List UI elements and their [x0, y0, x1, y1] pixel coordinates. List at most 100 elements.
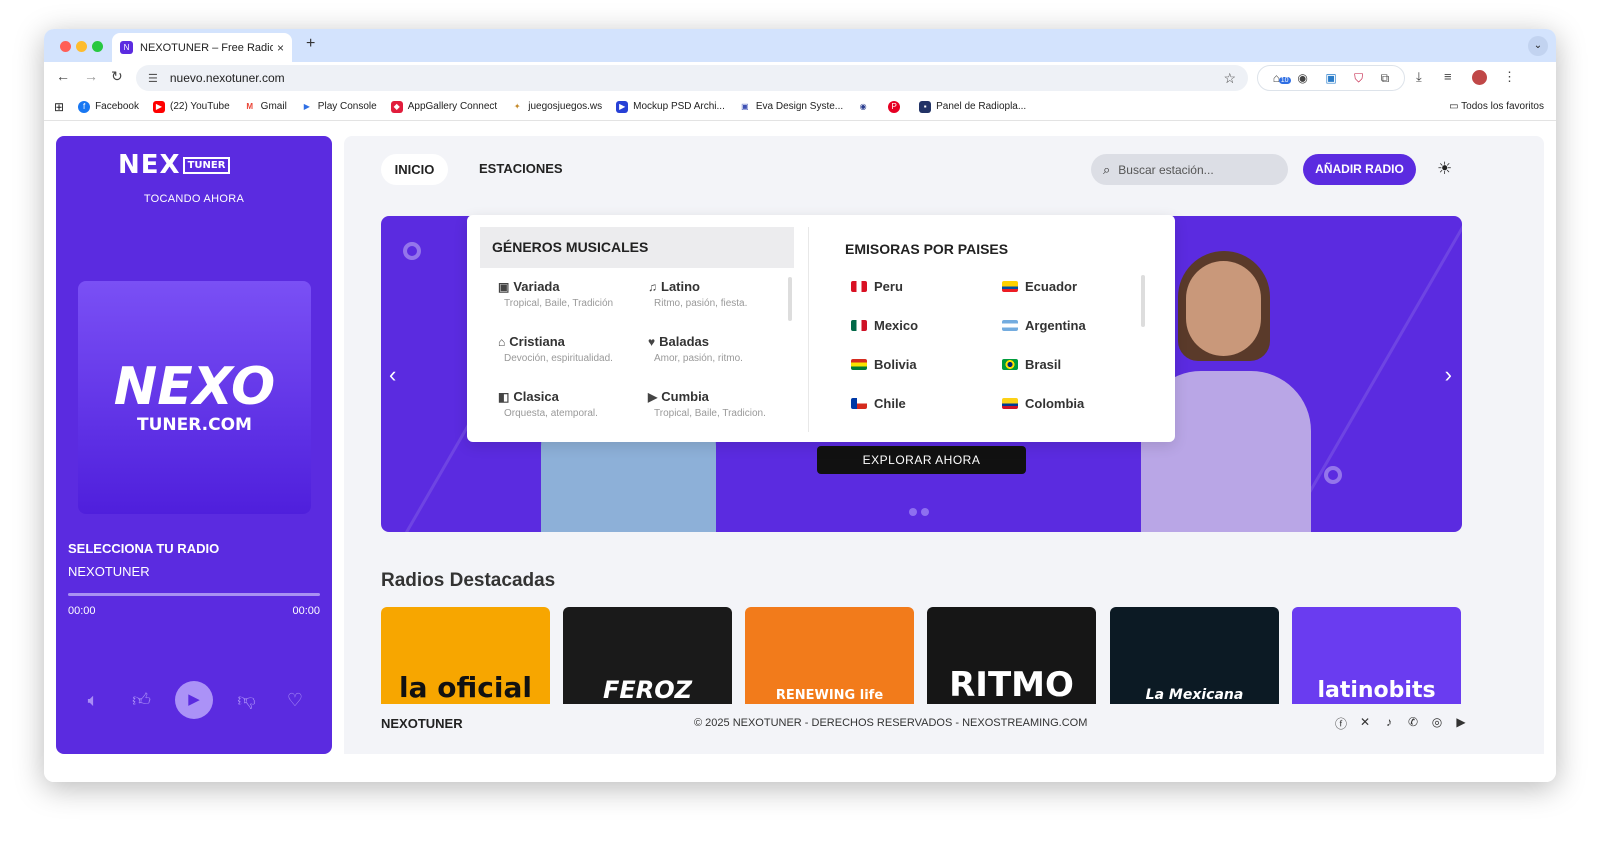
instagram-icon[interactable]: ◎ — [1427, 715, 1447, 732]
nav-stations-tab[interactable]: ESTACIONES — [479, 161, 563, 176]
genre-name: Latino — [661, 279, 700, 294]
country-item-colombia[interactable]: Colombia — [1002, 396, 1084, 411]
tab-search-button[interactable]: ⌄ — [1528, 36, 1548, 56]
country-item-peru[interactable]: Peru — [851, 279, 903, 294]
country-item-mexico[interactable]: Mexico — [851, 318, 918, 333]
x-twitter-icon[interactable]: ✕ — [1355, 715, 1375, 732]
bookmarks-bar: ⊞ f Facebook ▶ (22) YouTube M Gmail ▶ Play C… — [44, 93, 1556, 121]
browser-menu-icon[interactable]: ⋮ — [1503, 69, 1516, 85]
tab-close-icon[interactable]: × — [277, 41, 284, 55]
country-item-brasil[interactable]: Brasil — [1002, 357, 1061, 372]
carousel-dot[interactable] — [921, 508, 929, 516]
apps-grid-icon[interactable]: ⊞ — [54, 100, 64, 114]
chile-flag-icon — [851, 398, 867, 409]
address-bar[interactable]: ☰ nuevo.nexotuner.com ☆ — [136, 65, 1248, 91]
bookmark-eva-design[interactable]: ▣ Eva Design Syste... — [739, 101, 843, 113]
gmail-icon: M — [246, 101, 253, 111]
nav-home-tab[interactable]: INICIO — [381, 154, 448, 185]
progress-bar[interactable] — [68, 593, 320, 596]
media-control-icon[interactable]: ≡ — [1444, 69, 1452, 84]
bookmark-gmail[interactable]: M Gmail — [244, 101, 286, 113]
extension-shield-icon[interactable]: ◉ — [1297, 71, 1307, 85]
genre-item-baladas[interactable]: ♥ Baladas Amor, pasión, ritmo. — [648, 334, 798, 364]
new-tab-button[interactable]: + — [306, 35, 315, 53]
extension-s-icon[interactable]: ▣ — [1325, 71, 1336, 85]
carousel-prev-icon[interactable]: ‹ — [389, 362, 396, 388]
tab-strip: N NEXOTUNER – Free Radio Lis × + ⌄ — [44, 29, 1556, 62]
bookmark-appgallery[interactable]: ◆ AppGallery Connect — [390, 100, 497, 113]
genres-scrollbar[interactable] — [788, 277, 792, 321]
url-text: nuevo.nexotuner.com — [169, 71, 285, 85]
thumbs-down-icon[interactable]: 👎︎ — [232, 689, 262, 711]
card-label: la oficial — [399, 671, 532, 704]
volume-icon[interactable]: 🔈︎ — [78, 690, 108, 711]
extension-home-icon[interactable]: ⌂ 10 — [1273, 71, 1291, 85]
explore-now-button[interactable]: EXPLORAR AHORA — [817, 446, 1026, 474]
country-item-ecuador[interactable]: Ecuador — [1002, 279, 1077, 294]
bookmark-star-icon[interactable]: ☆ — [1223, 70, 1236, 87]
heart-icon[interactable]: ♡ — [280, 690, 310, 711]
facebook-icon: f — [78, 100, 91, 113]
radio-card[interactable]: RITMO — [927, 607, 1096, 704]
youtube-icon[interactable]: ▶ — [1451, 715, 1471, 732]
radio-card[interactable]: FEROZ — [563, 607, 732, 704]
site-info-icon[interactable]: ☰ — [148, 72, 158, 85]
carousel-dot[interactable] — [909, 508, 917, 516]
whatsapp-icon[interactable]: ✆ — [1403, 715, 1423, 732]
social-links: ⓕ ✕ ♪ ✆ ◎ ▶ — [1327, 715, 1471, 732]
facebook-icon[interactable]: ⓕ — [1331, 715, 1351, 732]
ecuador-flag-icon — [1002, 281, 1018, 292]
profile-avatar[interactable] — [1472, 70, 1487, 85]
country-item-argentina[interactable]: Argentina — [1002, 318, 1086, 333]
radio-card[interactable]: RENEWING life — [745, 607, 914, 704]
genre-item-clasica[interactable]: ◧ Clasica Orquesta, atemporal. — [498, 389, 648, 419]
card-label: RITMO — [949, 665, 1074, 704]
close-window-button[interactable] — [60, 41, 71, 52]
forward-icon[interactable]: → — [84, 68, 98, 84]
bookmark-mockup-psd[interactable]: ▶ Mockup PSD Archi... — [616, 100, 725, 113]
bookmark-youtube[interactable]: ▶ (22) YouTube — [152, 100, 230, 113]
country-item-chile[interactable]: Chile — [851, 396, 906, 411]
browser-toolbar: ← → ↻ ☰ nuevo.nexotuner.com ☆ ⌂ 10 ◉ ▣ ⛉ … — [44, 62, 1556, 93]
genre-item-cumbia[interactable]: ▶ Cumbia Tropical, Baile, Tradicion. — [648, 389, 798, 419]
radio-card[interactable]: la oficial — [381, 607, 550, 704]
bookmark-pinterest[interactable]: P — [888, 100, 905, 113]
search-input[interactable]: ⌕ Buscar estación... — [1091, 154, 1288, 185]
radio-card[interactable]: latinobits — [1292, 607, 1461, 704]
juegos-icon: ✦ — [513, 101, 521, 111]
download-icon[interactable]: ⤓ — [1416, 69, 1422, 85]
bookmark-globe[interactable]: ◉ — [857, 101, 874, 113]
youtube-icon: ▶ — [152, 100, 165, 113]
radio-card[interactable]: La Mexicana — [1110, 607, 1279, 704]
play-console-icon: ▶ — [303, 101, 310, 111]
thumbs-up-icon[interactable]: 👍︎ — [127, 689, 157, 711]
track-artist: NEXOTUNER — [68, 564, 150, 579]
add-radio-button[interactable]: AÑADIR RADIO — [1303, 154, 1416, 185]
play-button[interactable]: ▶ — [175, 681, 213, 719]
bookmark-label: Panel de Radiopla... — [936, 101, 1027, 112]
genre-item-latino[interactable]: ♫ Latino Ritmo, pasión, fiesta. — [648, 279, 798, 309]
bookmark-juegosjuegos[interactable]: ✦ juegosjuegos.ws — [511, 101, 602, 113]
carousel-next-icon[interactable]: › — [1445, 362, 1452, 388]
genre-item-cristiana[interactable]: ⌂ Cristiana Devoción, espiritualidad. — [498, 334, 648, 364]
bookmark-play-console[interactable]: ▶ Play Console — [301, 101, 377, 113]
country-item-bolivia[interactable]: Bolivia — [851, 357, 917, 372]
countries-scrollbar[interactable] — [1141, 275, 1145, 327]
all-bookmarks-folder[interactable]: ▭ Todos los favoritos — [1449, 101, 1544, 112]
bookmark-radioplayer-panel[interactable]: ▪ Panel de Radiopla... — [919, 100, 1027, 113]
minimize-window-button[interactable] — [76, 41, 87, 52]
genre-desc: Devoción, espiritualidad. — [504, 353, 613, 364]
reload-icon[interactable]: ↻ — [111, 68, 123, 85]
theme-toggle-sun-icon[interactable]: ☀ — [1437, 159, 1452, 179]
search-placeholder: Buscar estación... — [1118, 162, 1214, 177]
bookmark-facebook[interactable]: f Facebook — [78, 100, 139, 113]
extension-ublock-icon[interactable]: ⛉ — [1354, 71, 1363, 86]
card-label: latinobits — [1317, 678, 1436, 703]
browser-tab[interactable]: N NEXOTUNER – Free Radio Lis × — [112, 33, 292, 62]
genre-item-variada[interactable]: ▣ Variada Tropical, Baile, Tradición — [498, 279, 648, 309]
zoom-window-button[interactable] — [92, 41, 103, 52]
tiktok-icon[interactable]: ♪ — [1379, 715, 1399, 732]
extensions-puzzle-icon[interactable]: ⧉ — [1381, 71, 1390, 86]
nexotuner-logo[interactable]: NEX TUNER — [118, 150, 231, 180]
back-icon[interactable]: ← — [56, 68, 70, 84]
